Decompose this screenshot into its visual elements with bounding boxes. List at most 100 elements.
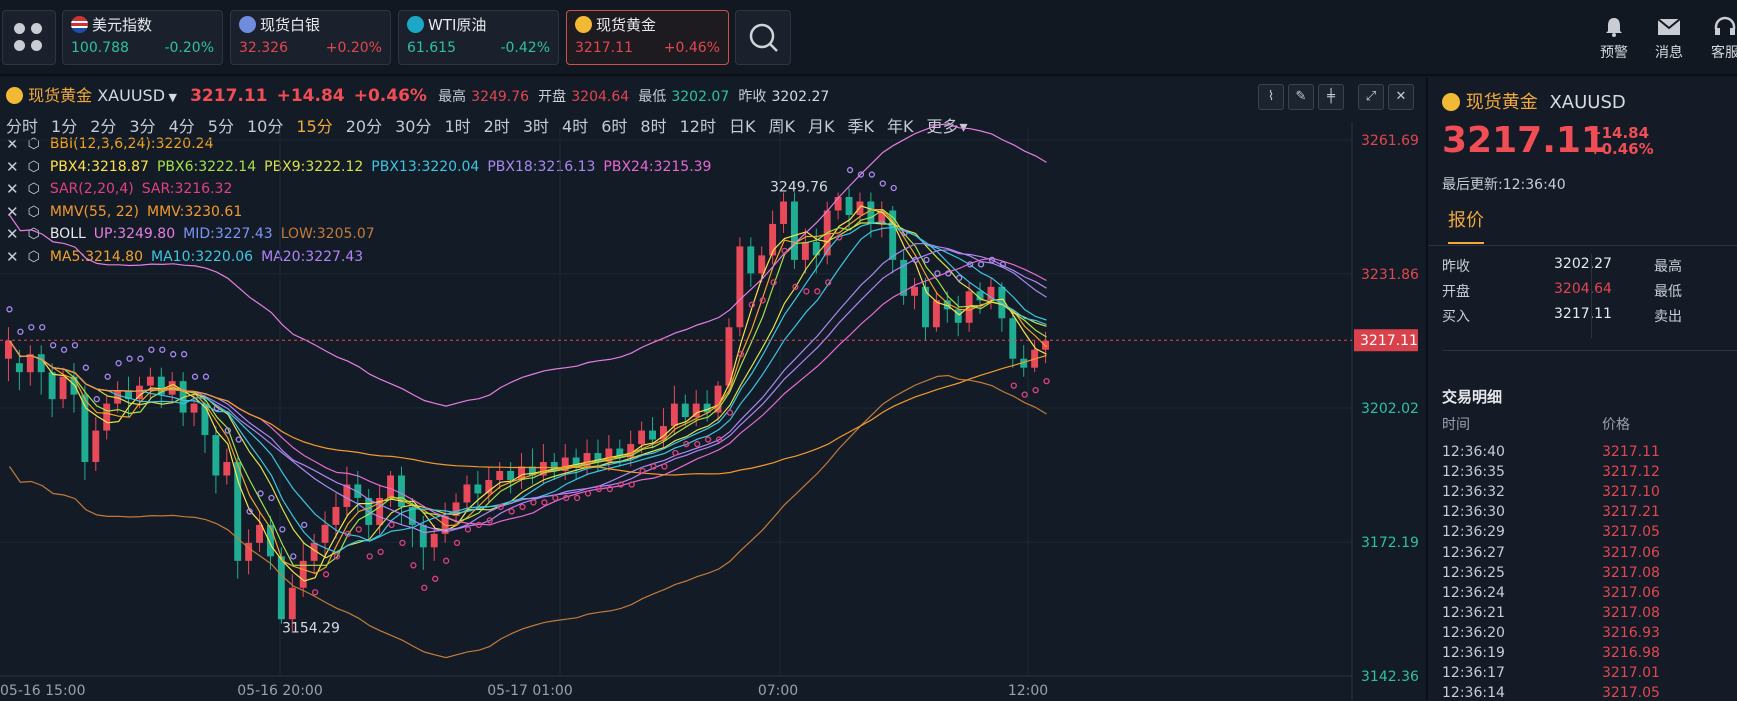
y-tick-label: 3202.02	[1361, 401, 1419, 417]
service-label: 客服	[1711, 45, 1737, 61]
sar-dot	[148, 346, 155, 353]
col-price: 价格	[1602, 417, 1630, 433]
alert-label: 预警	[1600, 45, 1628, 61]
sar-dot	[530, 499, 537, 506]
panel-name: 现货黄金	[1465, 92, 1538, 113]
quote-price: 3217.11	[575, 40, 633, 56]
stat-v: 3217.11	[1554, 306, 1612, 322]
service-button[interactable]: 客服	[1700, 16, 1737, 62]
sar-dot	[846, 166, 854, 174]
pbx24-line	[9, 257, 1047, 526]
silver-icon	[239, 16, 256, 33]
sar-dot	[268, 494, 275, 502]
trade-row: 12:36:32 3217.10	[1442, 484, 1732, 500]
sar-dot	[1021, 391, 1028, 398]
trade-time: 12:36:17	[1442, 665, 1505, 682]
sar-dot	[661, 463, 668, 470]
message-button[interactable]: 消息	[1644, 16, 1694, 62]
stat-l2: 卖出	[1654, 309, 1682, 325]
sar-dot	[126, 355, 133, 362]
candle	[92, 430, 100, 463]
trade-time: 12:36:20	[1442, 624, 1505, 641]
last-update: 最后更新:12:36:40	[1442, 174, 1566, 194]
search-button[interactable]	[735, 10, 791, 65]
tab-quote[interactable]: 报价	[1448, 206, 1484, 244]
sar-dot	[377, 548, 384, 555]
sar-dot	[235, 436, 242, 443]
boll-low-line	[9, 374, 1047, 659]
panel-price: 3217.11	[1442, 120, 1606, 161]
candle	[332, 506, 340, 525]
quote-price: 61.615	[407, 40, 456, 56]
current-price-label: 3217.11	[1360, 333, 1418, 349]
sar-dot	[519, 503, 526, 511]
x-tick-label: 05-16 15:00	[0, 683, 85, 699]
sar-dot	[6, 306, 13, 313]
sar-dot	[311, 589, 319, 596]
stat-v: 3204.64	[1554, 281, 1612, 297]
chart-area[interactable]: 现货黄金 XAUUSD ▼ 3217.11 +14.84 +0.46% 最高 3…	[0, 78, 1424, 700]
sar-dot	[694, 440, 701, 448]
candle	[26, 354, 34, 373]
trade-price: 3217.05	[1602, 524, 1660, 541]
sar-dot	[49, 342, 57, 349]
trade-row: 12:36:40 3217.11	[1442, 444, 1732, 460]
sar-dot	[453, 539, 461, 547]
sar-dot	[115, 360, 122, 367]
y-tick-label: 3142.36	[1361, 669, 1419, 685]
trade-row: 12:36:21 3217.08	[1442, 605, 1732, 621]
trade-time: 12:36:14	[1442, 685, 1505, 701]
candle	[496, 470, 504, 480]
trade-price: 3217.10	[1602, 484, 1660, 501]
high-annotation: 3249.76	[770, 180, 828, 196]
candle	[212, 435, 220, 476]
quote-card-usd-index[interactable]: 美元指数 100.788 -0.20%	[62, 10, 223, 65]
candle	[190, 403, 198, 413]
sar-dot	[508, 508, 515, 515]
sar-dot	[17, 328, 24, 335]
candle	[234, 462, 242, 561]
candle	[856, 201, 864, 215]
trade-row: 12:36:14 3217.05	[1442, 685, 1732, 701]
quote-card-wti[interactable]: WTI原油 61.615 -0.42%	[398, 10, 559, 65]
candle	[136, 385, 143, 400]
trade-row: 12:36:27 3217.06	[1442, 545, 1732, 561]
sar-dot	[956, 274, 963, 282]
candle	[277, 556, 285, 620]
quote-card-silver[interactable]: 现货白银 32.326 +0.20%	[230, 10, 391, 65]
candle	[146, 376, 154, 386]
panel-code: XAUUSD	[1549, 92, 1626, 113]
sar-dot	[584, 490, 592, 497]
quote-card-gold[interactable]: 现货黄金 3217.11 +0.46%	[566, 10, 729, 65]
boll-up-line	[9, 123, 1047, 407]
trade-time: 12:36:21	[1442, 604, 1505, 621]
y-tick-label: 3231.86	[1361, 267, 1419, 283]
quote-name: 现货黄金	[596, 16, 657, 34]
stat-l2: 最低	[1654, 284, 1682, 300]
divider	[1428, 245, 1737, 246]
update-time: 12:36:40	[1502, 177, 1566, 193]
trade-time: 12:36:32	[1442, 484, 1505, 501]
candle	[736, 246, 744, 328]
sar-dot	[1032, 386, 1039, 394]
mail-icon	[1657, 18, 1681, 35]
sar-dot	[180, 351, 188, 358]
apps-grid-button[interactable]	[2, 10, 56, 65]
trade-row: 12:36:24 3217.06	[1442, 585, 1732, 601]
sar-dot	[399, 539, 406, 547]
candle	[256, 524, 263, 543]
stat-l: 开盘	[1442, 284, 1470, 300]
trade-time: 12:36:24	[1442, 584, 1505, 601]
col-time: 时间	[1442, 417, 1470, 433]
us-flag-icon	[71, 16, 88, 33]
sar-dot	[191, 373, 199, 380]
candle	[845, 197, 853, 215]
candle	[419, 524, 427, 548]
candle	[267, 524, 274, 557]
candle	[398, 475, 405, 507]
sar-dot	[93, 395, 100, 403]
candle	[670, 403, 678, 427]
sar-dot	[868, 171, 876, 178]
trades-title: 交易明细	[1442, 388, 1503, 406]
alert-button[interactable]: 预警	[1589, 16, 1639, 62]
